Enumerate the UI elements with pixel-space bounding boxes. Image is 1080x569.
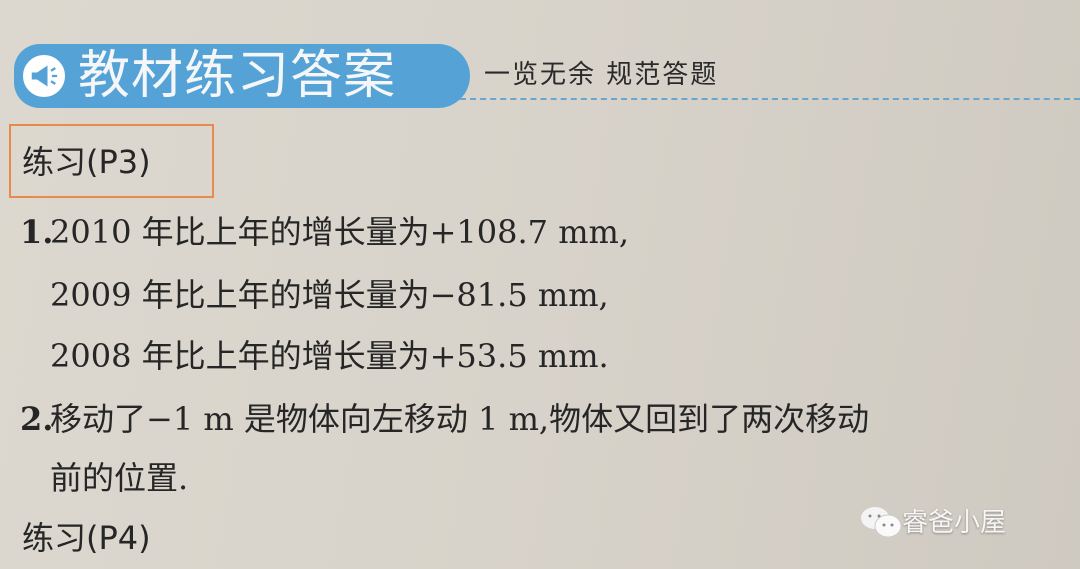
item-number: 2. [20, 400, 54, 438]
answer-line: 2009 年比上年的增长量为−81.5 mm, [50, 276, 609, 314]
section-heading: 练习(P3) [22, 143, 151, 181]
answer-line: 2010 年比上年的增长量为+108.7 mm, [50, 213, 630, 251]
answer-line: 前的位置. [50, 459, 189, 497]
header-title: 教材练习答案 [78, 46, 397, 106]
item-number: 1. [20, 213, 54, 251]
header-divider [460, 98, 1080, 100]
wechat-icon [858, 504, 906, 540]
header-subtitle: 一览无余 规范答题 [484, 60, 719, 90]
megaphone-icon [20, 52, 68, 100]
answer-line: 2008 年比上年的增长量为+53.5 mm. [50, 337, 609, 375]
watermark-text: 睿爸小屋 [902, 508, 1007, 538]
section-heading: 练习(P4) [22, 519, 151, 557]
answer-line: 移动了−1 m 是物体向左移动 1 m,物体又回到了两次移动 [50, 400, 870, 438]
